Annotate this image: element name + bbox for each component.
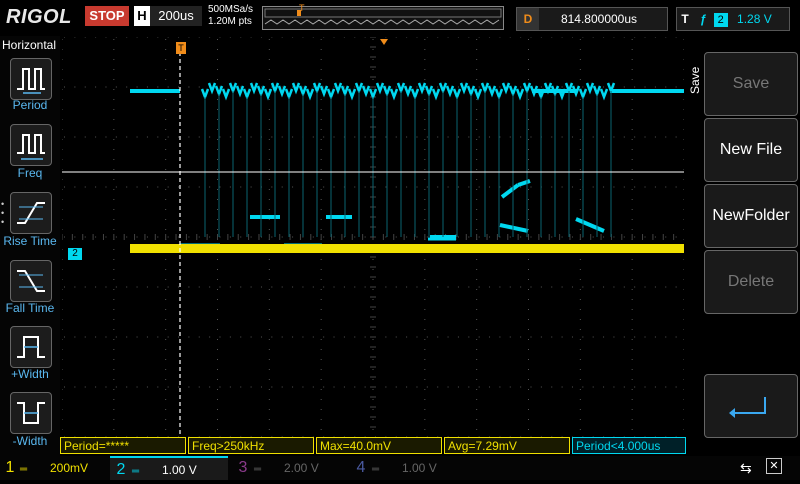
ch1-trace-band — [130, 244, 684, 253]
period-label: Period — [12, 98, 48, 112]
freq-icon — [17, 134, 45, 160]
delay-value: 814.800000us — [560, 12, 638, 26]
trigger-level: 1.28 V — [737, 12, 772, 26]
period-icon — [17, 68, 45, 94]
waveform-canvas — [61, 36, 685, 438]
period-button[interactable] — [10, 58, 52, 100]
channel-4-scale: 1.00 V — [402, 461, 437, 475]
usb-icon: ⇆ — [740, 460, 752, 476]
measurement-3[interactable]: Max=40.0mV — [316, 437, 442, 454]
return-icon — [729, 397, 766, 418]
ch2-ground-marker[interactable]: 2 — [68, 248, 82, 260]
channel-4-coupling-icon: ═ — [372, 464, 380, 475]
channel-4-number: 4 — [356, 459, 366, 476]
rise-time-icon — [17, 202, 45, 224]
timebase-key: H — [137, 8, 147, 23]
new-file-button[interactable]: New File — [704, 118, 798, 182]
channel-1-number: 1 — [5, 459, 15, 476]
fall-time-icon — [17, 270, 45, 292]
measurement-2[interactable]: Freq>250kHz — [188, 437, 314, 454]
rise-time-button[interactable] — [10, 192, 52, 234]
scroll-dots-icon: • • • — [1, 199, 5, 227]
timebase-value: 200us — [150, 6, 202, 26]
delete-button[interactable]: Delete — [704, 250, 798, 314]
trigger-position-marker[interactable]: T — [176, 42, 186, 54]
memory-trigger-marker: T — [299, 3, 305, 13]
channel-1-scale: 200mV — [50, 461, 89, 475]
neg-width-button[interactable] — [10, 392, 52, 434]
measurement-1[interactable]: Period=***** — [60, 437, 186, 454]
fall-time-button[interactable] — [10, 260, 52, 302]
trigger-box[interactable]: T ƒ 2 1.28 V — [676, 7, 790, 31]
pos-width-button[interactable] — [10, 326, 52, 368]
save-menu-tab-label: Save — [688, 66, 702, 94]
sample-rate: 500MSa/s — [208, 4, 254, 15]
neg-width-label: -Width — [12, 434, 48, 448]
fall-time-label: Fall Time — [5, 301, 55, 315]
save-button[interactable]: Save — [704, 52, 798, 116]
ch2-trace — [130, 82, 684, 249]
channel-1-coupling-icon: ═ — [20, 464, 28, 475]
save-menu-tab: Save — [686, 38, 704, 102]
channel-4-status[interactable]: 4 ═ 1.00 V — [350, 456, 468, 480]
channel-3-status[interactable]: 3 ═ 2.00 V — [232, 456, 350, 480]
ch1-trace — [130, 244, 684, 253]
freq-label: Freq — [17, 166, 43, 180]
measurement-4[interactable]: Avg=7.29mV — [444, 437, 570, 454]
channel-3-coupling-icon: ═ — [254, 464, 262, 475]
measurement-5[interactable]: Period<4.000us — [572, 437, 686, 454]
channel-2-coupling-icon: ═ — [132, 466, 140, 477]
freq-button[interactable] — [10, 124, 52, 166]
memory-depth: 1.20M pts — [208, 16, 252, 27]
channel-3-number: 3 — [238, 459, 248, 476]
channel-3-scale: 2.00 V — [284, 461, 319, 475]
channel-2-scale: 1.00 V — [162, 463, 197, 477]
neg-width-icon — [17, 402, 45, 424]
channel-1-status[interactable]: 1 ═ 200mV — [0, 456, 110, 480]
pos-width-label: +Width — [11, 367, 49, 381]
delay-key: D — [517, 8, 539, 30]
new-folder-button[interactable]: NewFolder — [704, 184, 798, 248]
center-marker-icon — [380, 39, 388, 45]
trigger-key: T — [681, 12, 689, 26]
brand-logo: RIGOL — [6, 6, 72, 28]
trigger-edge-icon: ƒ — [700, 12, 707, 26]
return-button[interactable] — [704, 374, 798, 438]
sidebar-title: Horizontal — [2, 38, 57, 52]
rise-time-label: Rise Time — [3, 234, 57, 248]
trigger-channel: 2 — [713, 13, 728, 27]
timebase-box[interactable]: H 200us — [134, 6, 202, 26]
channel-2-status[interactable]: 2 ═ 1.00 V — [110, 456, 228, 480]
channel-2-number: 2 — [116, 461, 126, 478]
waveform-display[interactable] — [61, 36, 685, 438]
speaker-mute-icon[interactable]: ✕ — [766, 458, 782, 474]
pos-width-icon — [17, 336, 45, 358]
run-stop-badge[interactable]: STOP — [85, 6, 129, 26]
acquisition-info: 500MSa/s 1.20M pts — [208, 4, 253, 28]
memory-overview-strip[interactable]: T — [262, 3, 504, 30]
delay-box[interactable]: D 814.800000us — [516, 7, 668, 31]
